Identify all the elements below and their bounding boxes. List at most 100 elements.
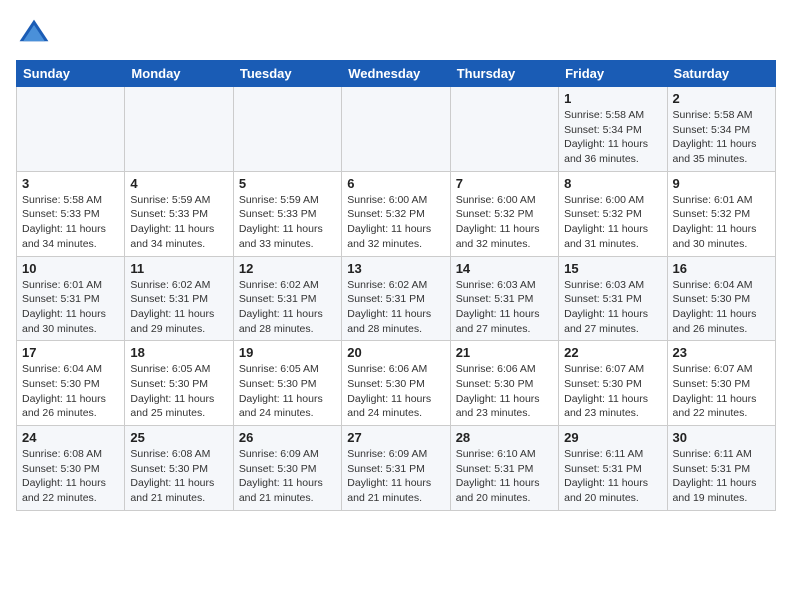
- day-info: Sunrise: 6:05 AM Sunset: 5:30 PM Dayligh…: [130, 362, 227, 421]
- day-number: 22: [564, 345, 661, 360]
- day-number: 13: [347, 261, 444, 276]
- day-number: 6: [347, 176, 444, 191]
- day-info: Sunrise: 5:58 AM Sunset: 5:33 PM Dayligh…: [22, 193, 119, 252]
- weekday-header-wednesday: Wednesday: [342, 61, 450, 87]
- weekday-header-friday: Friday: [559, 61, 667, 87]
- day-info: Sunrise: 6:07 AM Sunset: 5:30 PM Dayligh…: [564, 362, 661, 421]
- day-number: 20: [347, 345, 444, 360]
- day-number: 18: [130, 345, 227, 360]
- day-info: Sunrise: 6:07 AM Sunset: 5:30 PM Dayligh…: [673, 362, 770, 421]
- calendar-cell: 12 Sunrise: 6:02 AM Sunset: 5:31 PM Dayli…: [233, 256, 341, 341]
- day-info: Sunrise: 6:01 AM Sunset: 5:32 PM Dayligh…: [673, 193, 770, 252]
- logo: [16, 16, 56, 52]
- day-number: 12: [239, 261, 336, 276]
- day-info: Sunrise: 5:58 AM Sunset: 5:34 PM Dayligh…: [564, 108, 661, 167]
- calendar-cell: 25 Sunrise: 6:08 AM Sunset: 5:30 PM Dayli…: [125, 426, 233, 511]
- calendar-cell: 27 Sunrise: 6:09 AM Sunset: 5:31 PM Dayli…: [342, 426, 450, 511]
- day-info: Sunrise: 6:08 AM Sunset: 5:30 PM Dayligh…: [22, 447, 119, 506]
- day-number: 11: [130, 261, 227, 276]
- day-info: Sunrise: 6:03 AM Sunset: 5:31 PM Dayligh…: [456, 278, 553, 337]
- calendar-cell: 8 Sunrise: 6:00 AM Sunset: 5:32 PM Daylig…: [559, 171, 667, 256]
- day-info: Sunrise: 6:11 AM Sunset: 5:31 PM Dayligh…: [564, 447, 661, 506]
- day-info: Sunrise: 5:59 AM Sunset: 5:33 PM Dayligh…: [239, 193, 336, 252]
- calendar-cell: 9 Sunrise: 6:01 AM Sunset: 5:32 PM Daylig…: [667, 171, 775, 256]
- day-info: Sunrise: 6:09 AM Sunset: 5:31 PM Dayligh…: [347, 447, 444, 506]
- day-number: 8: [564, 176, 661, 191]
- day-number: 21: [456, 345, 553, 360]
- day-number: 29: [564, 430, 661, 445]
- day-number: 9: [673, 176, 770, 191]
- calendar-cell: 13 Sunrise: 6:02 AM Sunset: 5:31 PM Dayli…: [342, 256, 450, 341]
- logo-icon: [16, 16, 52, 52]
- day-number: 30: [673, 430, 770, 445]
- calendar-week-4: 17 Sunrise: 6:04 AM Sunset: 5:30 PM Dayli…: [17, 341, 776, 426]
- day-info: Sunrise: 6:04 AM Sunset: 5:30 PM Dayligh…: [22, 362, 119, 421]
- calendar-table: SundayMondayTuesdayWednesdayThursdayFrid…: [16, 60, 776, 511]
- day-info: Sunrise: 6:06 AM Sunset: 5:30 PM Dayligh…: [347, 362, 444, 421]
- day-number: 1: [564, 91, 661, 106]
- day-number: 26: [239, 430, 336, 445]
- calendar-cell: 30 Sunrise: 6:11 AM Sunset: 5:31 PM Dayli…: [667, 426, 775, 511]
- weekday-header-thursday: Thursday: [450, 61, 558, 87]
- day-info: Sunrise: 5:58 AM Sunset: 5:34 PM Dayligh…: [673, 108, 770, 167]
- calendar-cell: 11 Sunrise: 6:02 AM Sunset: 5:31 PM Dayli…: [125, 256, 233, 341]
- day-info: Sunrise: 6:11 AM Sunset: 5:31 PM Dayligh…: [673, 447, 770, 506]
- calendar-cell: 26Sunrise: 6:09 AM Sunset: 5:30 PM Dayli…: [233, 426, 341, 511]
- weekday-header-monday: Monday: [125, 61, 233, 87]
- weekday-header-sunday: Sunday: [17, 61, 125, 87]
- calendar-cell: 14 Sunrise: 6:03 AM Sunset: 5:31 PM Dayli…: [450, 256, 558, 341]
- day-info: Sunrise: 6:00 AM Sunset: 5:32 PM Dayligh…: [564, 193, 661, 252]
- day-number: 17: [22, 345, 119, 360]
- calendar-cell: 29 Sunrise: 6:11 AM Sunset: 5:31 PM Dayli…: [559, 426, 667, 511]
- weekday-header-tuesday: Tuesday: [233, 61, 341, 87]
- day-number: 19: [239, 345, 336, 360]
- day-info: Sunrise: 6:00 AM Sunset: 5:32 PM Dayligh…: [347, 193, 444, 252]
- day-number: 15: [564, 261, 661, 276]
- day-info: Sunrise: 6:02 AM Sunset: 5:31 PM Dayligh…: [130, 278, 227, 337]
- day-number: 25: [130, 430, 227, 445]
- calendar-cell: 7Sunrise: 6:00 AM Sunset: 5:32 PM Daylig…: [450, 171, 558, 256]
- calendar-cell: 17 Sunrise: 6:04 AM Sunset: 5:30 PM Dayli…: [17, 341, 125, 426]
- day-number: 16: [673, 261, 770, 276]
- day-info: Sunrise: 6:03 AM Sunset: 5:31 PM Dayligh…: [564, 278, 661, 337]
- day-number: 28: [456, 430, 553, 445]
- day-number: 5: [239, 176, 336, 191]
- day-info: Sunrise: 6:06 AM Sunset: 5:30 PM Dayligh…: [456, 362, 553, 421]
- weekday-header-saturday: Saturday: [667, 61, 775, 87]
- day-info: Sunrise: 6:00 AM Sunset: 5:32 PM Dayligh…: [456, 193, 553, 252]
- calendar-cell: 20 Sunrise: 6:06 AM Sunset: 5:30 PM Dayli…: [342, 341, 450, 426]
- day-info: Sunrise: 5:59 AM Sunset: 5:33 PM Dayligh…: [130, 193, 227, 252]
- day-number: 3: [22, 176, 119, 191]
- day-info: Sunrise: 6:04 AM Sunset: 5:30 PM Dayligh…: [673, 278, 770, 337]
- day-info: Sunrise: 6:02 AM Sunset: 5:31 PM Dayligh…: [239, 278, 336, 337]
- day-number: 2: [673, 91, 770, 106]
- page-header: [16, 16, 776, 52]
- day-info: Sunrise: 6:02 AM Sunset: 5:31 PM Dayligh…: [347, 278, 444, 337]
- day-number: 14: [456, 261, 553, 276]
- calendar-cell: 2 Sunrise: 5:58 AM Sunset: 5:34 PM Daylig…: [667, 87, 775, 172]
- calendar-week-2: 3 Sunrise: 5:58 AM Sunset: 5:33 PM Daylig…: [17, 171, 776, 256]
- calendar-cell: 28Sunrise: 6:10 AM Sunset: 5:31 PM Dayli…: [450, 426, 558, 511]
- calendar-cell: [125, 87, 233, 172]
- calendar-cell: 18 Sunrise: 6:05 AM Sunset: 5:30 PM Dayli…: [125, 341, 233, 426]
- day-info: Sunrise: 6:08 AM Sunset: 5:30 PM Dayligh…: [130, 447, 227, 506]
- calendar-cell: 22 Sunrise: 6:07 AM Sunset: 5:30 PM Dayli…: [559, 341, 667, 426]
- day-number: 23: [673, 345, 770, 360]
- day-number: 10: [22, 261, 119, 276]
- calendar-cell: 21 Sunrise: 6:06 AM Sunset: 5:30 PM Dayli…: [450, 341, 558, 426]
- calendar-cell: [17, 87, 125, 172]
- day-number: 4: [130, 176, 227, 191]
- calendar-week-3: 10Sunrise: 6:01 AM Sunset: 5:31 PM Dayli…: [17, 256, 776, 341]
- day-number: 27: [347, 430, 444, 445]
- calendar-cell: [233, 87, 341, 172]
- calendar-cell: 1 Sunrise: 5:58 AM Sunset: 5:34 PM Daylig…: [559, 87, 667, 172]
- calendar-week-5: 24 Sunrise: 6:08 AM Sunset: 5:30 PM Dayli…: [17, 426, 776, 511]
- calendar-cell: 5 Sunrise: 5:59 AM Sunset: 5:33 PM Daylig…: [233, 171, 341, 256]
- calendar-week-1: 1 Sunrise: 5:58 AM Sunset: 5:34 PM Daylig…: [17, 87, 776, 172]
- calendar-cell: 19 Sunrise: 6:05 AM Sunset: 5:30 PM Dayli…: [233, 341, 341, 426]
- calendar-cell: 15 Sunrise: 6:03 AM Sunset: 5:31 PM Dayli…: [559, 256, 667, 341]
- calendar-cell: [342, 87, 450, 172]
- calendar-cell: 3 Sunrise: 5:58 AM Sunset: 5:33 PM Daylig…: [17, 171, 125, 256]
- day-number: 24: [22, 430, 119, 445]
- day-info: Sunrise: 6:05 AM Sunset: 5:30 PM Dayligh…: [239, 362, 336, 421]
